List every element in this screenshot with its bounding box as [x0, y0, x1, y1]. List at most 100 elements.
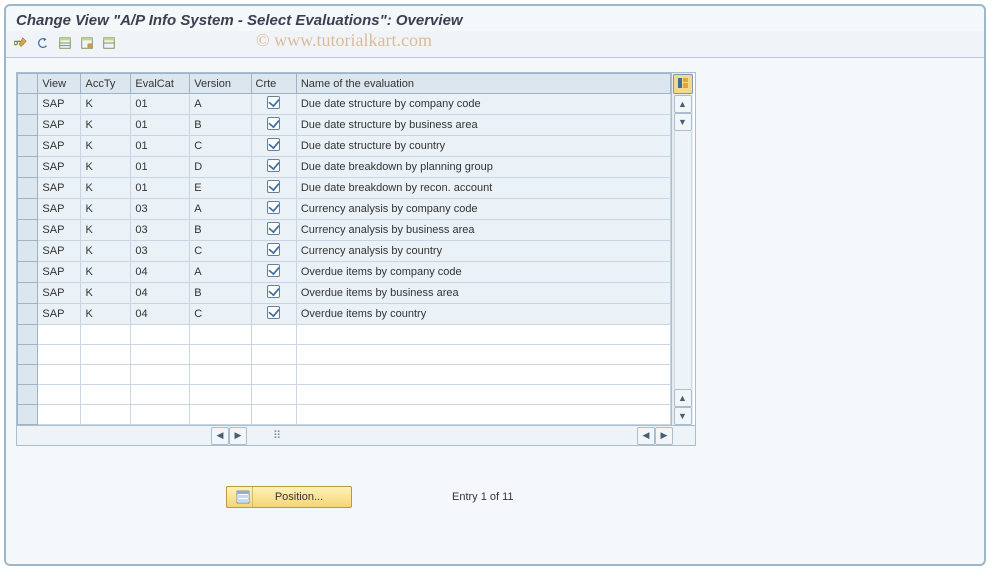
save-button[interactable] [78, 35, 96, 53]
cell-crte[interactable] [251, 304, 296, 325]
cell-view[interactable]: SAP [38, 94, 81, 115]
cell-name[interactable]: Overdue items by business area [296, 283, 670, 304]
row-select-cell[interactable] [18, 115, 38, 136]
cell-accty[interactable]: K [81, 199, 131, 220]
cell-accty[interactable]: K [81, 241, 131, 262]
row-select-cell[interactable] [18, 365, 38, 385]
cell-version[interactable]: A [190, 199, 251, 220]
checkbox-checked-icon[interactable] [267, 138, 280, 151]
cell-accty[interactable]: K [81, 304, 131, 325]
cell-version[interactable]: C [190, 304, 251, 325]
cell-accty[interactable]: K [81, 262, 131, 283]
checkbox-checked-icon[interactable] [267, 96, 280, 109]
scroll-right-step-button[interactable]: ▶ [229, 427, 247, 445]
scroll-track[interactable] [674, 131, 692, 389]
row-select-cell[interactable] [18, 262, 38, 283]
cell-name[interactable]: Overdue items by company code [296, 262, 670, 283]
checkbox-checked-icon[interactable] [267, 180, 280, 193]
scroll-left-button[interactable]: ◀ [211, 427, 229, 445]
cell-version[interactable]: C [190, 241, 251, 262]
deselect-all-button[interactable] [100, 35, 118, 53]
cell-accty[interactable]: K [81, 115, 131, 136]
cell-version[interactable]: A [190, 262, 251, 283]
scroll-up-step-button[interactable]: ▲ [674, 389, 692, 407]
cell-view[interactable]: SAP [38, 199, 81, 220]
cell-accty[interactable]: K [81, 283, 131, 304]
cell-accty[interactable]: K [81, 178, 131, 199]
cell-view[interactable]: SAP [38, 241, 81, 262]
scroll-right-button[interactable]: ▶ [655, 427, 673, 445]
cell-accty[interactable]: K [81, 94, 131, 115]
checkbox-checked-icon[interactable] [267, 159, 280, 172]
cell-evalcat[interactable]: 03 [131, 199, 190, 220]
col-select[interactable] [18, 74, 38, 94]
cell-view[interactable]: SAP [38, 220, 81, 241]
checkbox-checked-icon[interactable] [267, 222, 280, 235]
table-row[interactable]: SAP K 01 C Due date structure by country [18, 136, 671, 157]
row-select-cell[interactable] [18, 345, 38, 365]
cell-accty[interactable]: K [81, 136, 131, 157]
cell-crte[interactable] [251, 94, 296, 115]
table-row[interactable]: SAP K 01 E Due date breakdown by recon. … [18, 178, 671, 199]
table-row[interactable]: SAP K 04 A Overdue items by company code [18, 262, 671, 283]
col-version[interactable]: Version [190, 74, 251, 94]
cell-crte[interactable] [251, 178, 296, 199]
cell-evalcat[interactable]: 04 [131, 304, 190, 325]
row-select-cell[interactable] [18, 405, 38, 425]
table-row[interactable]: SAP K 01 A Due date structure by company… [18, 94, 671, 115]
scroll-up-button[interactable]: ▲ [674, 95, 692, 113]
cell-crte[interactable] [251, 136, 296, 157]
checkbox-checked-icon[interactable] [267, 306, 280, 319]
col-evalcat[interactable]: EvalCat [131, 74, 190, 94]
cell-name[interactable]: Currency analysis by business area [296, 220, 670, 241]
cell-crte[interactable] [251, 262, 296, 283]
cell-evalcat[interactable]: 01 [131, 157, 190, 178]
cell-name[interactable]: Due date structure by business area [296, 115, 670, 136]
undo-button[interactable] [34, 35, 52, 53]
table-row[interactable]: SAP K 03 A Currency analysis by company … [18, 199, 671, 220]
cell-name[interactable]: Due date structure by company code [296, 94, 670, 115]
cell-evalcat[interactable]: 03 [131, 241, 190, 262]
row-select-cell[interactable] [18, 325, 38, 345]
cell-version[interactable]: B [190, 115, 251, 136]
row-select-cell[interactable] [18, 304, 38, 325]
cell-name[interactable]: Due date structure by country [296, 136, 670, 157]
col-name[interactable]: Name of the evaluation [296, 74, 670, 94]
row-select-cell[interactable] [18, 199, 38, 220]
col-crte[interactable]: Crte [251, 74, 296, 94]
checkbox-checked-icon[interactable] [267, 201, 280, 214]
cell-name[interactable]: Currency analysis by country [296, 241, 670, 262]
row-select-cell[interactable] [18, 94, 38, 115]
col-accty[interactable]: AccTy [81, 74, 131, 94]
cell-evalcat[interactable]: 01 [131, 136, 190, 157]
cell-version[interactable]: C [190, 136, 251, 157]
row-select-cell[interactable] [18, 283, 38, 304]
select-all-button[interactable] [56, 35, 74, 53]
cell-version[interactable]: B [190, 283, 251, 304]
cell-name[interactable]: Currency analysis by company code [296, 199, 670, 220]
cell-crte[interactable] [251, 115, 296, 136]
scroll-left-step-button[interactable]: ◀ [637, 427, 655, 445]
cell-view[interactable]: SAP [38, 304, 81, 325]
cell-name[interactable]: Due date breakdown by planning group [296, 157, 670, 178]
table-row[interactable]: SAP K 04 C Overdue items by country [18, 304, 671, 325]
configure-columns-button[interactable] [673, 74, 693, 94]
cell-view[interactable]: SAP [38, 178, 81, 199]
checkbox-checked-icon[interactable] [267, 285, 280, 298]
row-select-cell[interactable] [18, 178, 38, 199]
checkbox-checked-icon[interactable] [267, 117, 280, 130]
cell-accty[interactable]: K [81, 157, 131, 178]
cell-view[interactable]: SAP [38, 115, 81, 136]
cell-view[interactable]: SAP [38, 283, 81, 304]
table-row[interactable]: SAP K 03 C Currency analysis by country [18, 241, 671, 262]
cell-name[interactable]: Due date breakdown by recon. account [296, 178, 670, 199]
cell-evalcat[interactable]: 01 [131, 178, 190, 199]
cell-evalcat[interactable]: 04 [131, 283, 190, 304]
cell-evalcat[interactable]: 03 [131, 220, 190, 241]
scroll-down-step-button[interactable]: ▼ [674, 113, 692, 131]
cell-evalcat[interactable]: 01 [131, 94, 190, 115]
row-select-cell[interactable] [18, 385, 38, 405]
row-select-cell[interactable] [18, 220, 38, 241]
row-select-cell[interactable] [18, 241, 38, 262]
row-select-cell[interactable] [18, 136, 38, 157]
